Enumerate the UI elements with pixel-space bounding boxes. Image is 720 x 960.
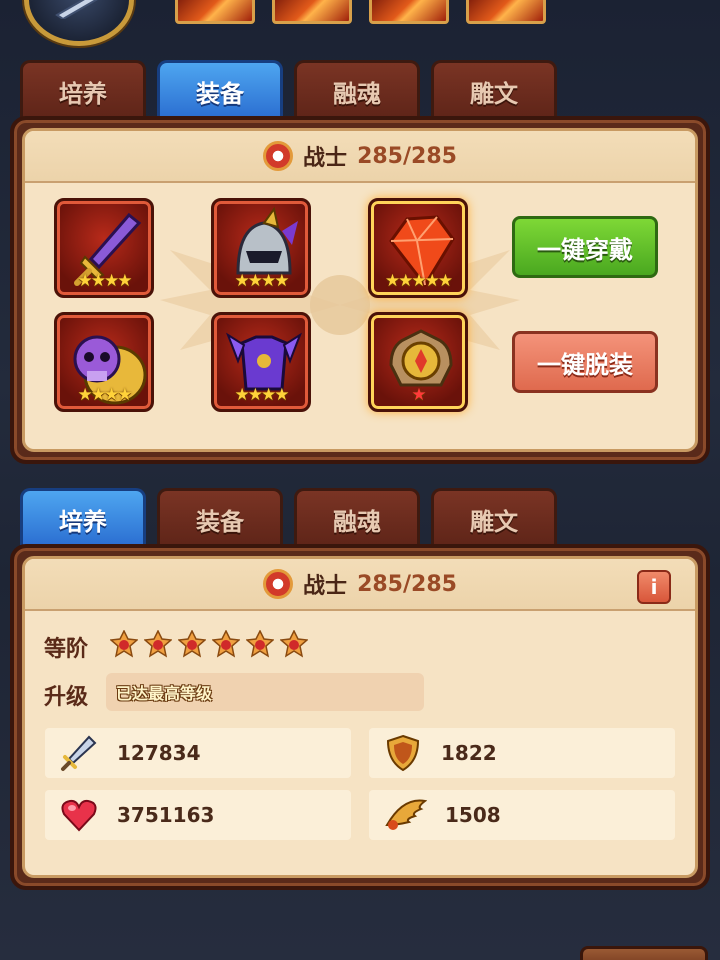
slot-stars: ★★★★ [234,271,290,291]
upgrade-status-box: 已达最高等级 [106,673,424,711]
equip-all-button[interactable]: 一键穿戴 [512,216,658,278]
class-emblem-icon [263,141,294,171]
class-count: 285/285 [357,571,457,597]
speed-value: 1508 [445,803,501,827]
tab-glyph[interactable]: 雕文 [431,488,557,548]
equipment-slot-armor[interactable]: ★★★★ [211,312,311,412]
tab-soul-fusion[interactable]: 融魂 [294,488,420,548]
class-name: 战士 [303,574,348,599]
speed-wing-icon [385,799,427,830]
rank-star-icon [110,630,138,658]
class-emblem-icon [263,569,294,599]
equipment-class-header: 战士 285/285 [25,131,695,183]
defense-value: 1822 [441,741,497,765]
tab-train[interactable]: 培养 [20,488,146,548]
upgrade-label: 升级 [44,685,89,710]
wing-emblem-background [160,250,520,350]
stat-health: 3751163 [45,790,351,840]
tab-equipment[interactable]: 装备 [157,488,283,548]
bottom-action-button[interactable] [580,946,708,960]
skill-icon-3[interactable] [369,0,449,24]
tab-soul-fusion[interactable]: 融魂 [294,60,420,120]
defense-shield-icon [386,734,420,772]
health-heart-icon [61,799,97,832]
slot-stars: ★★★★ [77,385,133,405]
equipment-slot-shield[interactable]: ★★★★ [54,312,154,412]
rank-star-icon [178,630,206,658]
rank-label: 等阶 [44,637,89,662]
tab-equipment[interactable]: 装备 [157,60,283,120]
stat-speed: 1508 [369,790,675,840]
tab-glyph[interactable]: 雕文 [431,60,557,120]
skill-icon-2[interactable] [272,0,352,24]
stat-attack: 127834 [45,728,351,778]
info-icon: i [650,575,658,599]
unequip-all-button[interactable]: 一键脱装 [512,331,658,393]
attack-sword-icon [61,735,97,771]
rank-star-icon [280,630,308,658]
hero-portrait-icon [55,0,98,19]
rank-stars [110,630,308,658]
info-button[interactable]: i [637,570,671,604]
slot-stars: ★ [411,385,426,405]
equipment-slot-medal[interactable]: ★ [368,312,468,412]
equipment-slot-gem[interactable]: ★★★★★ [368,198,468,298]
rank-star-icon [212,630,240,658]
stat-defense: 1822 [369,728,675,778]
slot-stars: ★★★★ [234,385,290,405]
class-name: 战士 [303,146,348,171]
slot-stars: ★★★★★ [384,271,453,291]
health-value: 3751163 [117,803,215,827]
skill-icon-1[interactable] [175,0,255,24]
attack-value: 127834 [117,741,201,765]
upgrade-status: 已达最高等级 [116,684,213,703]
hero-avatar[interactable] [24,0,134,46]
equipment-slot-weapon[interactable]: ★★★★ [54,198,154,298]
class-count: 285/285 [357,143,457,169]
skill-icon-4[interactable] [466,0,546,24]
rank-star-icon [246,630,274,658]
rank-star-icon [144,630,172,658]
slot-stars: ★★★★ [77,271,133,291]
tab-train[interactable]: 培养 [20,60,146,120]
equipment-slot-helmet[interactable]: ★★★★ [211,198,311,298]
stats-class-header: 战士 285/285 [25,559,695,611]
